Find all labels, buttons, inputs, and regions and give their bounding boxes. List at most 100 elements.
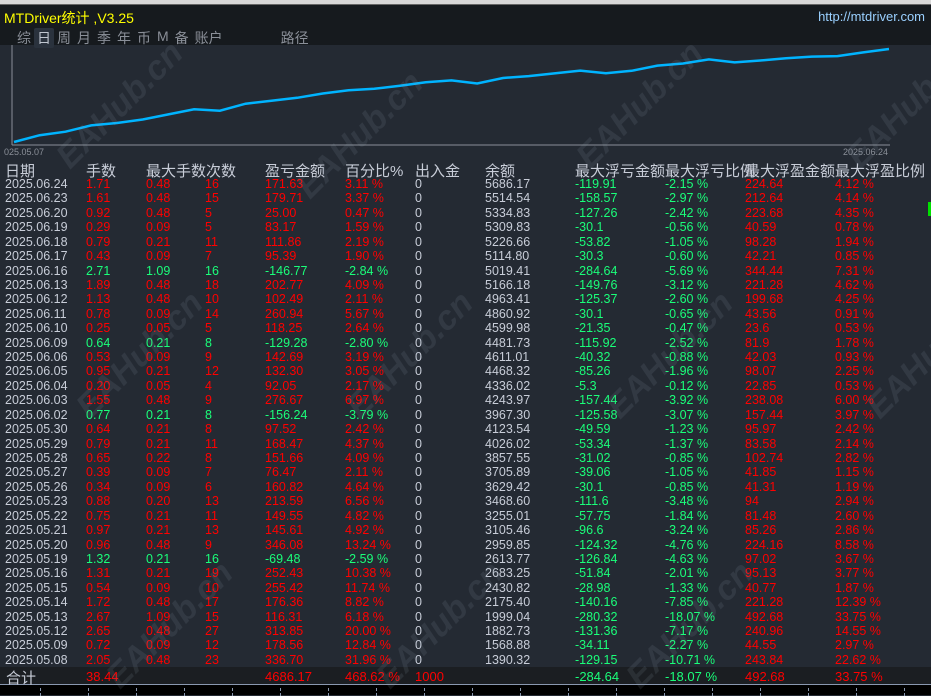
- cell-max-float-profit: 221.28: [745, 595, 784, 610]
- cell-count: 12: [205, 638, 219, 653]
- table-row[interactable]: 2025.05.21 0.97 0.21 13 145.61 4.92 % 0 3105.46…: [0, 523, 931, 538]
- table-row[interactable]: 2025.06.12 1.13 0.48 10 102.49 2.11 % 0 4963.41…: [0, 292, 931, 307]
- cell-max-float-profit: 238.08: [745, 393, 784, 408]
- table-row[interactable]: 2025.05.08 2.05 0.48 23 336.70 31.96 % 0 1390.3…: [0, 653, 931, 668]
- cell-max-float-loss: -115.92: [575, 335, 617, 350]
- cell-pct: 2.11 %: [345, 465, 383, 480]
- cell-count: 7: [205, 465, 212, 480]
- cell-max-lots: 0.21: [146, 335, 171, 350]
- cell-count: 15: [205, 609, 219, 624]
- cell-max-lots: 0.48: [146, 652, 171, 667]
- table-row[interactable]: 2025.06.16 2.71 1.09 16 -146.77 -2.84 % 0 5019.…: [0, 264, 931, 279]
- cell-lots: 1.55: [86, 393, 111, 408]
- cell-max-float-loss: -125.58: [575, 407, 618, 422]
- cell-deposit: 0: [415, 652, 422, 667]
- table-row[interactable]: 2025.06.06 0.53 0.09 9 142.69 3.19 % 0 4611.01 -…: [0, 350, 931, 365]
- cell-max-float-loss-pct: -4.63 %: [665, 551, 709, 566]
- cell-date: 2025.06.19: [5, 220, 68, 235]
- table-row[interactable]: 2025.06.04 0.20 0.05 4 92.05 2.17 % 0 4336.02 -5…: [0, 379, 931, 394]
- table-row[interactable]: 2025.06.17 0.43 0.09 7 95.39 1.90 % 0 5114.80 -3…: [0, 249, 931, 264]
- cell-max-float-loss-pct: -3.24 %: [665, 523, 709, 538]
- cell-lots: 1.13: [86, 292, 111, 307]
- cell-count: 5: [205, 321, 212, 336]
- cell-max-float-loss-pct: -1.84 %: [665, 508, 709, 523]
- cell-max-lots: 0.09: [146, 638, 171, 653]
- cell-date: 2025.05.12: [5, 624, 68, 639]
- cell-balance: 5019.41: [485, 263, 531, 278]
- cell-max-float-profit-pct: 14.55 %: [835, 624, 881, 639]
- cell-count: 12: [205, 364, 219, 379]
- table-row[interactable]: 2025.06.05 0.95 0.21 12 132.30 3.05 % 0 4468.32…: [0, 364, 931, 379]
- cell-deposit: 0: [415, 537, 422, 552]
- table-row[interactable]: 2025.05.22 0.75 0.21 11 149.55 4.82 % 0 3255.01…: [0, 509, 931, 524]
- cell-date: 2025.06.17: [5, 249, 68, 264]
- cell-max-float-profit: 42.03: [745, 350, 777, 365]
- cell-date: 2025.06.24: [5, 177, 68, 191]
- cell-date: 2025.06.02: [5, 407, 68, 422]
- cell-lots: 1.31: [86, 566, 111, 581]
- table-row[interactable]: 2025.05.30 0.64 0.21 8 97.52 2.42 % 0 4123.54 -4…: [0, 422, 931, 437]
- table-row[interactable]: 2025.05.16 1.31 0.21 19 252.43 10.38 % 0 2683.2…: [0, 566, 931, 581]
- cell-max-float-profit-pct: 0.91 %: [835, 306, 874, 321]
- cell-pct: 8.82 %: [345, 595, 384, 610]
- cell-pnl: 346.08: [265, 537, 304, 552]
- cell-max-float-loss-pct: -18.07 %: [665, 609, 716, 624]
- cell-balance: 2175.40: [485, 595, 531, 610]
- cell-pnl: 213.59: [265, 494, 304, 509]
- table-row[interactable]: 2025.05.12 2.65 0.48 27 313.85 20.00 % 0 1882.7…: [0, 624, 931, 639]
- cell-max-lots: 0.48: [146, 292, 171, 307]
- cell-deposit: 0: [415, 479, 422, 494]
- table-row[interactable]: 2025.06.11 0.78 0.09 14 260.94 5.67 % 0 4860.92…: [0, 307, 931, 322]
- cell-max-float-loss-pct: -0.47 %: [665, 321, 709, 336]
- cell-max-lots: 0.21: [146, 508, 171, 523]
- total-max-float-profit: 492.68: [745, 669, 785, 684]
- cell-max-lots: 0.21: [146, 234, 171, 249]
- cell-max-float-profit: 212.64: [745, 191, 784, 206]
- cell-date: 2025.06.11: [5, 306, 67, 321]
- cell-max-float-loss: -284.64: [575, 263, 618, 278]
- cell-date: 2025.05.14: [5, 595, 68, 610]
- cell-date: 2025.05.13: [5, 609, 68, 624]
- cell-max-float-loss-pct: -1.37 %: [665, 436, 709, 451]
- cell-lots: 0.75: [86, 508, 111, 523]
- cell-max-lots: 0.09: [146, 479, 171, 494]
- table-row[interactable]: 2025.06.10 0.25 0.05 5 118.25 2.64 % 0 4599.98 -…: [0, 321, 931, 336]
- cell-lots: 0.53: [86, 350, 111, 365]
- cell-max-float-profit: 42.21: [745, 249, 777, 264]
- table-row[interactable]: 2025.05.29 0.79 0.21 11 168.47 4.37 % 0 4026.02…: [0, 437, 931, 452]
- table-row[interactable]: 2025.05.19 1.32 0.21 16 -69.48 -2.59 % 0 2613.7…: [0, 552, 931, 567]
- table-row[interactable]: 2025.06.13 1.89 0.48 18 202.77 4.09 % 0 5166.18…: [0, 278, 931, 293]
- cell-pct: -2.59 %: [345, 551, 389, 566]
- table-row[interactable]: 2025.05.23 0.88 0.20 13 213.59 6.56 % 0 3468.60…: [0, 494, 931, 509]
- table-row[interactable]: 2025.05.14 1.72 0.48 17 176.36 8.82 % 0 2175.40…: [0, 595, 931, 610]
- cell-max-float-profit: 102.74: [745, 450, 784, 465]
- table-row[interactable]: 2025.06.24 1.71 0.48 16 171.63 3.11 % 0 5686.17…: [0, 177, 931, 192]
- cell-count: 9: [205, 537, 212, 552]
- cell-balance: 4481.73: [485, 335, 531, 350]
- cell-count: 16: [205, 551, 219, 566]
- table-row[interactable]: 2025.05.09 0.72 0.09 12 178.56 12.84 % 0 1568.8…: [0, 638, 931, 653]
- table-row[interactable]: 2025.06.20 0.92 0.48 5 25.00 0.47 % 0 5334.83 -1…: [0, 206, 931, 221]
- cell-pct: 4.82 %: [345, 508, 384, 523]
- cell-balance: 3105.46: [485, 523, 531, 538]
- table-row[interactable]: 2025.05.28 0.65 0.22 8 151.66 4.09 % 0 3857.55 -…: [0, 451, 931, 466]
- cell-date: 2025.05.27: [5, 465, 68, 480]
- table-row[interactable]: 2025.05.27 0.39 0.09 7 76.47 2.11 % 0 3705.89 -3…: [0, 465, 931, 480]
- website-link[interactable]: http://mtdriver.com: [818, 9, 925, 24]
- table-row[interactable]: 2025.06.23 1.61 0.48 15 179.71 3.37 % 0 5514.54…: [0, 191, 931, 206]
- table-row[interactable]: 2025.06.09 0.64 0.21 8 -129.28 -2.80 % 0 4481.7…: [0, 336, 931, 351]
- table-row[interactable]: 2025.05.13 2.67 1.09 15 116.31 6.18 % 0 1999.04…: [0, 610, 931, 625]
- cell-max-float-profit-pct: 3.77 %: [835, 566, 874, 581]
- cell-balance: 4860.92: [485, 306, 531, 321]
- table-row[interactable]: 2025.05.15 0.54 0.09 10 255.42 11.74 % 0 2430.8…: [0, 581, 931, 596]
- table-row[interactable]: 2025.06.19 0.29 0.09 5 83.17 1.59 % 0 5309.83 -3…: [0, 220, 931, 235]
- table-row[interactable]: 2025.06.02 0.77 0.21 8 -156.24 -3.79 % 0 3967.3…: [0, 408, 931, 423]
- cell-max-float-loss: -53.82: [575, 234, 611, 249]
- table-row[interactable]: 2025.05.20 0.96 0.48 9 346.08 13.24 % 0 2959.85…: [0, 538, 931, 553]
- table-row[interactable]: 2025.05.26 0.34 0.09 6 160.82 4.64 % 0 3629.42 -…: [0, 480, 931, 495]
- cell-pct: 4.64 %: [345, 479, 384, 494]
- table-row[interactable]: 2025.06.18 0.79 0.21 11 111.86 2.19 % 0 5226.66…: [0, 235, 931, 250]
- cell-balance: 1882.73: [485, 624, 531, 639]
- table-row[interactable]: 2025.06.03 1.55 0.48 9 276.67 6.97 % 0 4243.97 -…: [0, 393, 931, 408]
- cell-pnl: 83.17: [265, 220, 297, 235]
